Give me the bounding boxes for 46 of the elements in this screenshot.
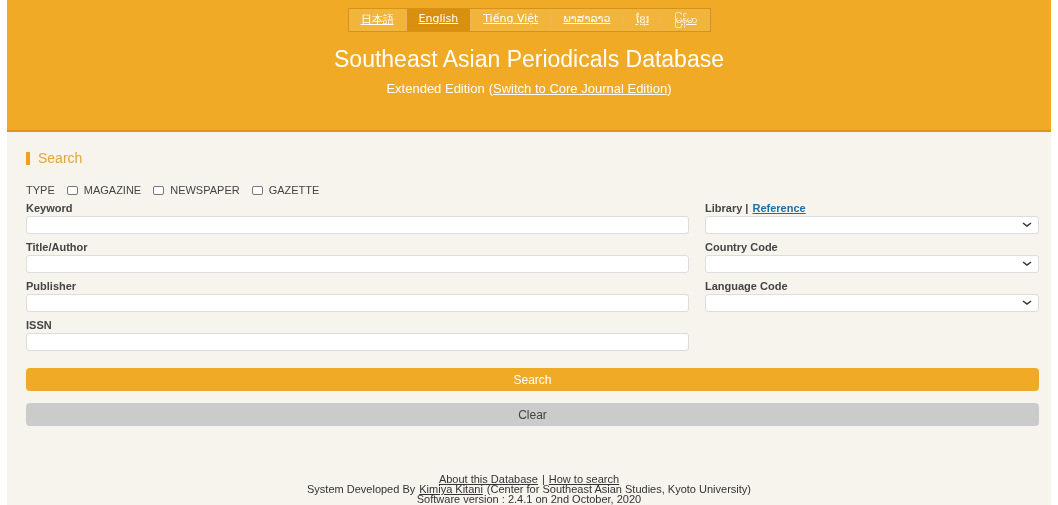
field-label: Language Code <box>705 279 788 294</box>
language-tab[interactable]: 日本語 <box>348 9 407 31</box>
developer-link[interactable]: Kimiya Kitani <box>419 484 483 494</box>
chevron-down-icon <box>1022 222 1032 228</box>
how-to-link[interactable]: How to search <box>548 474 620 484</box>
reference-link[interactable]: Reference <box>752 200 806 216</box>
language-tab[interactable]: ខ្មែរ <box>623 9 662 31</box>
separator: | <box>541 474 545 484</box>
field-label: Title/Author <box>26 240 89 255</box>
language-tab[interactable]: English <box>406 9 472 31</box>
section-marker <box>26 151 30 165</box>
version-text: Software version : 2.4.1 on 2nd October, 2020 <box>416 494 642 504</box>
checkbox-label: NEWSPAPER <box>170 184 240 196</box>
input-field[interactable] <box>26 216 689 234</box>
chevron-down-icon <box>1022 261 1032 267</box>
language-tab[interactable]: ພາສາລາວ <box>551 9 624 31</box>
checkbox[interactable] <box>66 185 78 195</box>
clear-button[interactable]: Clear <box>26 403 1039 426</box>
type-label: TYPE <box>26 184 55 196</box>
switch-edition-link[interactable]: Switch to Core Journal Edition <box>493 81 668 96</box>
checkbox[interactable] <box>251 185 263 195</box>
affiliation-text: (Center for Southeast Asian Studies, Kyoto University) <box>486 484 751 494</box>
field-label: Publisher <box>26 279 78 294</box>
site-title: Southeast Asian Periodicals Database <box>334 46 724 73</box>
checkbox[interactable] <box>153 185 165 195</box>
search-button[interactable]: Search <box>26 368 1039 391</box>
select-field[interactable] <box>705 294 1039 312</box>
section-title: Search <box>38 150 83 166</box>
field-label: Keyword <box>26 201 74 216</box>
checkbox-label: MAGAZINE <box>83 184 142 196</box>
language-tab[interactable]: မြန်မာ <box>661 9 710 31</box>
input-field[interactable] <box>26 255 689 273</box>
input-field[interactable] <box>26 294 689 312</box>
edition-label: Extended Edition <box>386 81 485 96</box>
edition-switch-text: (Switch to Core Journal Edition) <box>488 81 672 96</box>
input-field[interactable] <box>26 333 689 351</box>
field-label: Library | <box>705 201 749 216</box>
about-link[interactable]: About this Database <box>438 474 538 484</box>
checkbox-label: GAZETTE <box>268 184 320 196</box>
field-label: ISSN <box>26 318 53 333</box>
field-label: Country Code <box>705 240 778 255</box>
language-tab[interactable]: Tiếng Việt <box>471 9 552 31</box>
select-field[interactable] <box>705 216 1039 234</box>
select-field[interactable] <box>705 255 1039 273</box>
chevron-down-icon <box>1022 300 1032 306</box>
credit-text: System Developed By <box>307 484 416 494</box>
